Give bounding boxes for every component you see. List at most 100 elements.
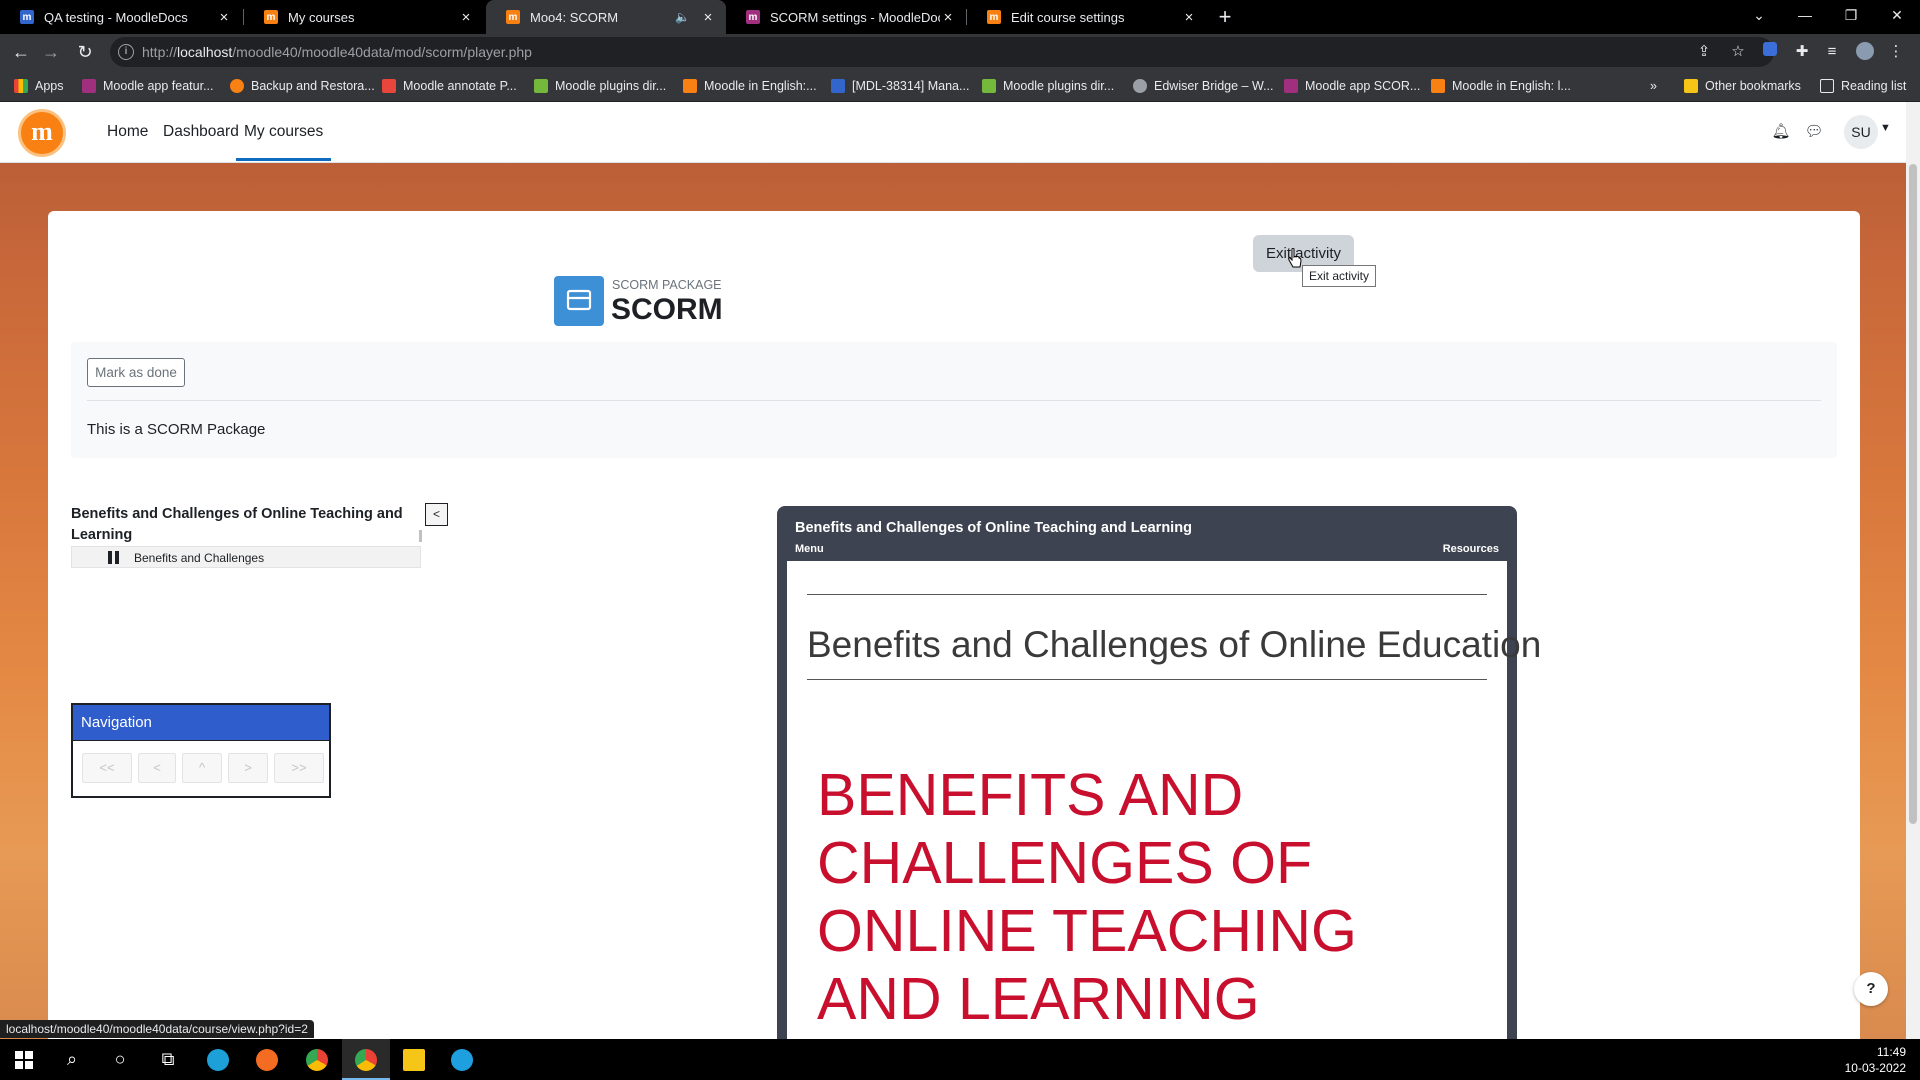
media-control-icon[interactable]: ≡ bbox=[1822, 42, 1842, 62]
windows-start-icon[interactable] bbox=[0, 1039, 48, 1080]
scorm-package-icon bbox=[554, 276, 604, 326]
browser-tab-strip: m QA testing - MoodleDocs × m My courses… bbox=[0, 0, 1920, 34]
bookmark-item[interactable]: [MDL-38314] Mana... bbox=[831, 70, 969, 102]
messages-icon[interactable]: 💬︎ bbox=[1803, 121, 1825, 143]
tab-search-icon[interactable]: ⌄ bbox=[1736, 0, 1782, 30]
bookmark-item[interactable]: Moodle plugins dir... bbox=[534, 70, 666, 102]
reading-list-icon bbox=[1820, 79, 1834, 93]
nav-dashboard[interactable]: Dashboard bbox=[163, 123, 239, 141]
scorm-navigation-panel: Navigation << < ^ > >> bbox=[71, 703, 331, 798]
reading-list[interactable]: Reading list bbox=[1820, 70, 1906, 102]
notifications-bell-icon[interactable]: 🔔︎ bbox=[1770, 121, 1792, 143]
browser-tab-scorm-settings[interactable]: m SCORM settings - MoodleDocs × bbox=[726, 0, 966, 34]
toc-scrollbar[interactable] bbox=[419, 530, 422, 542]
moodle-favicon-icon bbox=[683, 79, 697, 93]
moodledocs-favicon-icon: m bbox=[20, 10, 34, 24]
bookmark-item[interactable]: Moodle app featur... bbox=[82, 70, 214, 102]
browser-tab-edit-course[interactable]: m Edit course settings × bbox=[967, 0, 1207, 34]
moodle-favicon-icon: m bbox=[264, 10, 278, 24]
bookmark-item[interactable]: Edwiser Bridge – W... bbox=[1133, 70, 1274, 102]
app-icon[interactable] bbox=[438, 1039, 486, 1080]
file-explorer-icon[interactable] bbox=[390, 1039, 438, 1080]
search-icon[interactable]: ⌕ bbox=[48, 1039, 96, 1080]
divider bbox=[807, 679, 1487, 680]
extension-icon[interactable] bbox=[1760, 42, 1780, 62]
bookmark-star-icon[interactable]: ☆ bbox=[1728, 42, 1748, 62]
forward-icon[interactable]: → bbox=[38, 39, 64, 65]
system-clock[interactable]: 11:49 10-03-2022 bbox=[1845, 1044, 1906, 1076]
close-icon[interactable]: × bbox=[940, 9, 956, 26]
page-viewport: m Home Dashboard My courses 🔔︎ 💬︎ SU ▼ E… bbox=[0, 102, 1920, 1039]
nav-prev-button[interactable]: < bbox=[138, 753, 176, 783]
scrollbar-thumb[interactable] bbox=[1909, 164, 1917, 824]
tab-title: QA testing - MoodleDocs bbox=[44, 9, 188, 25]
close-icon[interactable]: × bbox=[700, 9, 716, 26]
cortana-icon[interactable]: ○ bbox=[96, 1039, 144, 1080]
bookmark-other[interactable]: Other bookmarks bbox=[1684, 70, 1801, 102]
back-icon[interactable]: ← bbox=[8, 39, 34, 65]
bookmark-item[interactable]: Moodle annotate P... bbox=[382, 70, 517, 102]
bookmark-item[interactable]: Backup and Restora... bbox=[230, 70, 375, 102]
chevron-down-icon[interactable]: ▼ bbox=[1880, 122, 1891, 134]
profile-avatar-icon[interactable] bbox=[1855, 42, 1875, 62]
player-menu-link[interactable]: Menu bbox=[795, 543, 824, 555]
reload-icon[interactable]: ↻ bbox=[72, 39, 98, 65]
nav-last-button[interactable]: >> bbox=[274, 753, 324, 783]
close-icon[interactable]: × bbox=[1181, 9, 1197, 26]
url-text: http://localhost/moodle40/moodle40data/m… bbox=[142, 44, 532, 60]
edge-icon[interactable] bbox=[194, 1039, 242, 1080]
divider bbox=[807, 594, 1487, 595]
bookmarks-overflow-icon[interactable]: » bbox=[1650, 70, 1657, 102]
mark-as-done-button[interactable]: Mark as done bbox=[87, 358, 185, 387]
bookmark-item[interactable]: Moodle in English:... bbox=[683, 70, 817, 102]
slide-title: Benefits and Challenges of Online Educat… bbox=[807, 624, 1542, 665]
nav-first-button[interactable]: << bbox=[82, 753, 132, 783]
restore-button[interactable]: ❐ bbox=[1828, 0, 1874, 30]
nav-up-button[interactable]: ^ bbox=[182, 753, 222, 783]
moodledocs-favicon-icon: m bbox=[746, 10, 760, 24]
toc-collapse-button[interactable]: < bbox=[425, 503, 448, 526]
task-view-icon[interactable]: ⧉ bbox=[144, 1039, 192, 1080]
user-avatar[interactable]: SU bbox=[1844, 115, 1878, 149]
moodle-navbar: m Home Dashboard My courses 🔔︎ 💬︎ SU ▼ bbox=[0, 102, 1906, 163]
player-resources-link[interactable]: Resources bbox=[1443, 543, 1499, 555]
site-info-icon[interactable]: i bbox=[118, 44, 134, 60]
minimize-button[interactable]: — bbox=[1782, 0, 1828, 30]
speaker-icon[interactable]: 🔈 bbox=[675, 10, 690, 24]
bookmark-item[interactable]: Moodle in English: l... bbox=[1431, 70, 1571, 102]
browser-tab-scorm[interactable]: m Moo4: SCORM 🔈 × bbox=[486, 0, 726, 34]
bookmark-item[interactable]: Moodle app SCOR... bbox=[1284, 70, 1420, 102]
nav-next-button[interactable]: > bbox=[228, 753, 268, 783]
address-bar[interactable]: i http://localhost/moodle40/moodle40data… bbox=[110, 37, 1774, 67]
moodle-logo[interactable]: m bbox=[18, 109, 66, 157]
toc-item[interactable]: Benefits and Challenges bbox=[71, 546, 421, 568]
clock-date: 10-03-2022 bbox=[1844, 1061, 1906, 1075]
backup-favicon-icon bbox=[230, 79, 244, 93]
navigation-header: Navigation bbox=[73, 705, 329, 741]
help-button[interactable]: ? bbox=[1854, 972, 1888, 1006]
nav-my-courses[interactable]: My courses bbox=[236, 123, 332, 161]
close-window-button[interactable]: ✕ bbox=[1874, 0, 1920, 30]
bookmark-item[interactable]: Moodle plugins dir... bbox=[982, 70, 1114, 102]
moodle-plugins-favicon-icon bbox=[982, 79, 996, 93]
new-tab-button[interactable]: + bbox=[1212, 4, 1238, 30]
wordpress-favicon-icon bbox=[1133, 79, 1147, 93]
browser-tab-qa-testing[interactable]: m QA testing - MoodleDocs × bbox=[0, 0, 242, 34]
bookmark-apps[interactable]: Apps bbox=[14, 70, 64, 102]
toc-title: Benefits and Challenges of Online Teachi… bbox=[71, 506, 403, 543]
firefox-icon[interactable] bbox=[243, 1039, 291, 1080]
extensions-puzzle-icon[interactable]: ✚ bbox=[1792, 42, 1812, 62]
tab-title: My courses bbox=[288, 9, 355, 25]
chrome-icon[interactable] bbox=[293, 1039, 341, 1080]
close-icon[interactable]: × bbox=[216, 9, 232, 26]
moodle-favicon-icon: m bbox=[506, 10, 520, 24]
share-icon[interactable]: ⇪ bbox=[1694, 42, 1714, 62]
browser-tab-my-courses[interactable]: m My courses × bbox=[244, 0, 484, 34]
moodle-plugins-favicon-icon bbox=[534, 79, 548, 93]
close-icon[interactable]: × bbox=[458, 9, 474, 26]
chrome-active-icon[interactable] bbox=[342, 1039, 390, 1080]
nav-home[interactable]: Home bbox=[107, 123, 148, 141]
moodledocs-favicon-icon bbox=[82, 79, 96, 93]
browser-menu-icon[interactable]: ⋮ bbox=[1886, 42, 1906, 62]
tab-title: SCORM settings - MoodleDocs bbox=[770, 9, 940, 25]
